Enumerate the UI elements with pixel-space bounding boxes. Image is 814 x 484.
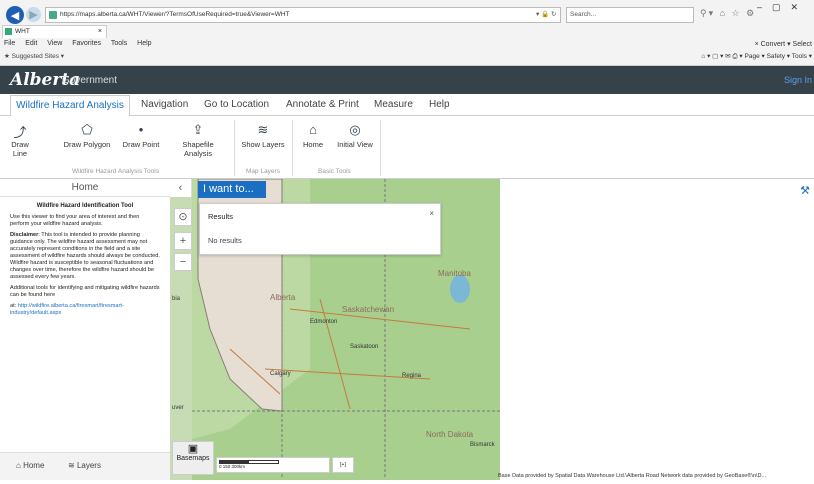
map-label-bia: bia [172, 296, 181, 302]
browser-chrome: ◀ ▶ https://maps.alberta.ca/WHT/Viewer/?… [0, 0, 814, 66]
firesmart-link[interactable]: http://wildfire.alberta.ca/firesmart/fir… [10, 303, 124, 316]
map-label-alberta: Alberta [270, 293, 296, 302]
favorites-bar[interactable]: ★ Suggested Sites ▾ [4, 52, 64, 60]
draw-point-button[interactable]: • Draw Point [120, 122, 162, 149]
menu-favorites[interactable]: Favorites [72, 40, 101, 47]
layers-icon: ≋ [257, 122, 269, 137]
i-want-to-button[interactable]: I want to... [198, 181, 266, 198]
browser-tab[interactable]: WHT × [2, 25, 107, 38]
map-label-calgary: Calgary [270, 371, 291, 377]
scale-bar: 0 150 300km [216, 457, 330, 473]
shapefile-analysis-button[interactable]: ⇪ Shapefile Analysis [176, 122, 220, 158]
results-panel: Results × No results [199, 203, 441, 255]
results-title: Results [208, 212, 234, 221]
tool-ribbon: ⤴ Draw Line ⬠ Draw Polygon • Draw Point ⇪ Sh… [0, 116, 814, 179]
command-bar[interactable]: ⌂ ▾ ▢ ▾ ✉ ⎙ ▾ Page ▾ Safety ▾ Tools ▾ [701, 52, 812, 61]
group-label-map-layers: Map Layers [246, 168, 280, 175]
toolbar-tabs: Wildfire Hazard Analysis Navigation Go t… [0, 94, 814, 117]
map-label-north-dakota: North Dakota [426, 430, 474, 439]
menu-file[interactable]: File [4, 40, 15, 47]
map-label-saskatchewan: Saskatchewan [342, 305, 395, 314]
footer-layers-button[interactable]: ≋ Layers [68, 461, 101, 470]
map-label-saskatoon: Saskatoon [350, 344, 379, 350]
lake [450, 275, 470, 303]
tab-navigation[interactable]: Navigation [141, 99, 188, 110]
menu-edit[interactable]: Edit [25, 40, 37, 47]
url-text: https://maps.alberta.ca/WHT/Viewer/?Term… [60, 11, 290, 18]
search-input[interactable]: Search... [566, 7, 694, 23]
home-star-gear-icons[interactable]: ⚲▾ ⌂ ☆ ⚙ [700, 8, 756, 19]
sidebar-title: Home [0, 179, 170, 197]
tab-go-to-location[interactable]: Go to Location [204, 99, 269, 110]
app-header: Alberta Government Sign In [0, 66, 814, 94]
footer-home-button[interactable]: ⌂ Home [16, 461, 44, 470]
favicon-icon [49, 11, 57, 19]
map-label-uver: uver [172, 405, 184, 411]
ribbon-separator [234, 120, 235, 176]
tab-help[interactable]: Help [429, 99, 450, 110]
tab-measure[interactable]: Measure [374, 99, 413, 110]
tool-heading: Wildfire Hazard Identification Tool [36, 203, 134, 209]
tools-toggle-icon[interactable]: ⚒ [800, 184, 810, 197]
collapse-sidebar-button[interactable]: ‹ [170, 179, 192, 197]
draw-polygon-icon: ⬠ [81, 122, 93, 137]
draw-point-icon: • [138, 122, 144, 137]
tab-annotate-print[interactable]: Annotate & Print [286, 99, 359, 110]
basemap-icon: ▣ [187, 443, 199, 455]
ribbon-separator [292, 120, 293, 176]
zoom-out-button[interactable]: − [174, 253, 192, 271]
tab-favicon-icon [5, 28, 12, 35]
home-button[interactable]: ⌂ Home [298, 122, 328, 149]
sidebar-panel: Home Wildfire Hazard Identification Tool… [0, 179, 170, 480]
group-label-wildfire: Wildfire Hazard Analysis Tools [72, 168, 159, 175]
basemaps-button[interactable]: ▣ Basemaps [172, 441, 214, 475]
forward-button[interactable]: ▶ [26, 7, 41, 22]
initial-view-icon: ◎ [349, 122, 361, 137]
draw-line-icon: ⤴ [13, 125, 27, 140]
sign-in-link[interactable]: Sign In [784, 75, 812, 85]
locate-button[interactable]: ⊙ [174, 208, 192, 226]
menu-tools[interactable]: Tools [111, 40, 127, 47]
map-credit: Base Data provided by Spatial Data Wareh… [498, 473, 766, 479]
show-layers-button[interactable]: ≋ Show Layers [240, 122, 286, 149]
link-line: at: http://wildfire.alberta.ca/firesmart… [10, 303, 124, 316]
map-label-edmonton: Edmonton [310, 319, 338, 325]
tab-wildfire-hazard-analysis[interactable]: Wildfire Hazard Analysis [10, 95, 130, 117]
refresh-icon[interactable]: ▾ 🔒 ↻ [536, 7, 556, 23]
additional-text: Additional tools for identifying and mit… [10, 285, 160, 298]
initial-view-button[interactable]: ◎ Initial View [334, 122, 376, 149]
convert-toolbar[interactable]: × Convert ▾ Select [755, 40, 812, 48]
sidebar-content: Wildfire Hazard Identification Tool Use … [0, 197, 170, 327]
group-label-basic-tools: Basic Tools [318, 168, 351, 175]
menu-bar: File Edit View Favorites Tools Help [4, 40, 160, 47]
upload-icon: ⇪ [192, 122, 204, 137]
map-label-bismarck: Bismarck [470, 442, 495, 448]
sidebar-footer: ⌂ Home ≋ Layers [0, 452, 170, 480]
back-button[interactable]: ◀ [6, 6, 24, 24]
intro-text: Use this viewer to find your area of int… [10, 214, 140, 227]
ribbon-separator [380, 120, 381, 176]
menu-help[interactable]: Help [137, 40, 151, 47]
draw-line-button[interactable]: ⤴ Draw Line [4, 122, 36, 158]
window-controls[interactable]: –▢✕ [757, 2, 808, 13]
coordinates-button[interactable]: [+] [332, 457, 354, 473]
home-icon: ⌂ [309, 122, 317, 137]
no-results-text: No results [208, 236, 242, 245]
map-label-manitoba: Manitoba [438, 269, 471, 278]
address-bar[interactable]: https://maps.alberta.ca/WHT/Viewer/?Term… [45, 7, 561, 23]
disclaimer-text: Disclaimer: This tool is intended to pro… [10, 232, 160, 280]
close-tab-icon[interactable]: × [98, 26, 102, 38]
zoom-in-button[interactable]: + [174, 232, 192, 250]
menu-view[interactable]: View [47, 40, 62, 47]
close-results-icon[interactable]: × [429, 209, 434, 218]
government-label: Government [62, 75, 118, 86]
map-label-regina: Regina [402, 373, 422, 379]
draw-polygon-button[interactable]: ⬠ Draw Polygon [62, 122, 112, 149]
